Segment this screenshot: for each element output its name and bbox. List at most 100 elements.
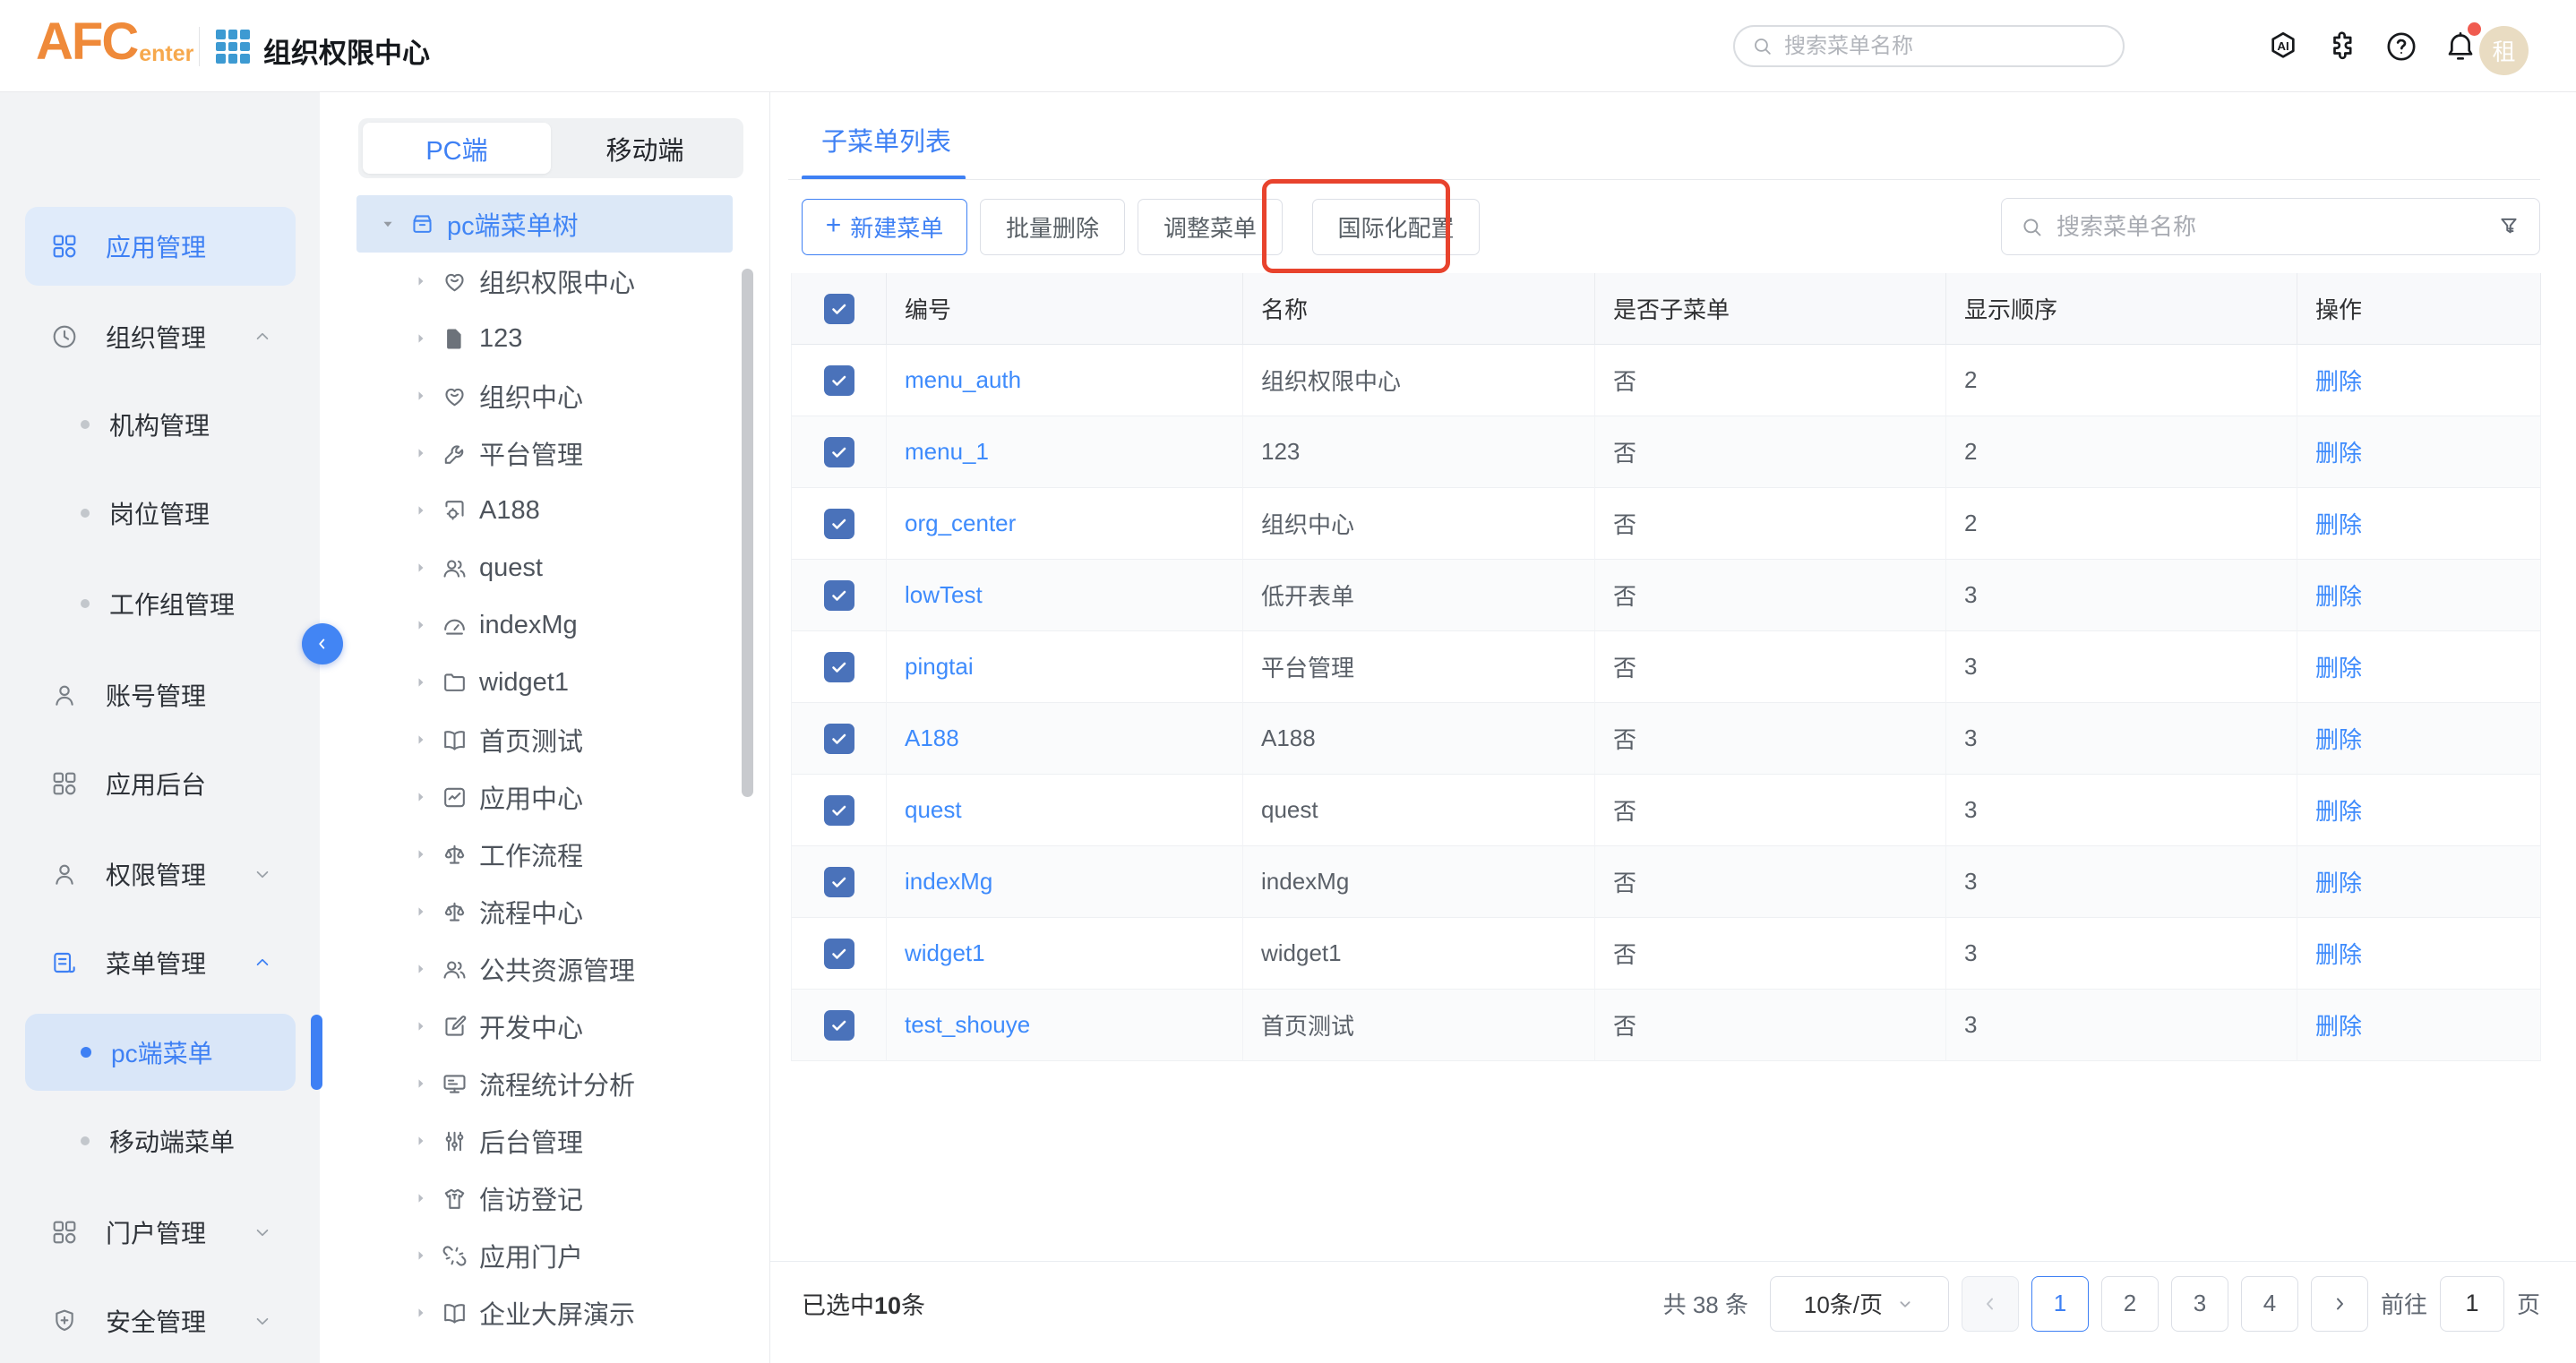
caret-right-icon[interactable]: [412, 1075, 430, 1093]
goto-page-input[interactable]: [2440, 1276, 2504, 1332]
menu-id-link[interactable]: quest: [905, 796, 962, 824]
menu-id-link[interactable]: test_shouye: [905, 1011, 1030, 1039]
sidebar-item-7[interactable]: 权限管理: [25, 835, 296, 913]
sidebar-item-10[interactable]: 移动端菜单: [25, 1102, 296, 1179]
tree-node[interactable]: A188: [356, 482, 733, 539]
row-checkbox[interactable]: [824, 1010, 854, 1041]
caret-right-icon[interactable]: [412, 1017, 430, 1035]
caret-right-icon[interactable]: [412, 903, 430, 921]
menu-id-link[interactable]: indexMg: [905, 868, 992, 896]
plugin-icon[interactable]: [2323, 28, 2361, 65]
row-checkbox[interactable]: [824, 867, 854, 897]
tree-scrollbar[interactable]: [742, 269, 753, 797]
tree-node[interactable]: widget1: [356, 654, 733, 711]
bell-icon[interactable]: [2442, 28, 2479, 65]
sidebar-item-11[interactable]: 门户管理: [25, 1193, 296, 1272]
caret-right-icon[interactable]: [412, 788, 430, 806]
tree-node[interactable]: 流程中心: [356, 883, 733, 940]
caret-right-icon[interactable]: [412, 1247, 430, 1264]
sidebar-item-3[interactable]: 岗位管理: [25, 475, 296, 552]
caret-right-icon[interactable]: [412, 616, 430, 634]
sidebar-item-6[interactable]: 应用后台: [25, 744, 296, 823]
app-logo[interactable]: AFC enter: [36, 16, 193, 68]
tree-node[interactable]: 123: [356, 310, 733, 367]
platform-tab-0[interactable]: PC端: [363, 123, 551, 174]
menu-id-link[interactable]: menu_1: [905, 438, 989, 466]
caret-right-icon[interactable]: [412, 444, 430, 462]
table-search-input[interactable]: [2057, 213, 2496, 241]
tree-root-node[interactable]: pc端菜单树: [356, 195, 733, 253]
menu-id-link[interactable]: menu_auth: [905, 366, 1021, 394]
new-menu-button[interactable]: + 新建菜单: [802, 199, 967, 255]
page-button-2[interactable]: 2: [2101, 1276, 2159, 1332]
tree-node[interactable]: 公共资源管理: [356, 940, 733, 998]
caret-right-icon[interactable]: [412, 673, 430, 691]
avatar[interactable]: 租: [2479, 26, 2529, 75]
next-page-button[interactable]: [2311, 1276, 2368, 1332]
delete-link[interactable]: 删除: [2315, 579, 2362, 612]
delete-link[interactable]: 删除: [2315, 650, 2362, 683]
global-search[interactable]: [1733, 25, 2125, 67]
table-search[interactable]: [2001, 198, 2540, 255]
global-search-input[interactable]: [1784, 34, 2080, 59]
caret-right-icon[interactable]: [412, 1132, 430, 1150]
caret-right-icon[interactable]: [412, 501, 430, 519]
row-checkbox[interactable]: [824, 939, 854, 969]
row-checkbox[interactable]: [824, 509, 854, 539]
tree-node[interactable]: 流程统计分析: [356, 1055, 733, 1112]
caret-right-icon[interactable]: [412, 960, 430, 978]
caret-right-icon[interactable]: [412, 559, 430, 577]
batch-delete-button[interactable]: 批量删除: [980, 199, 1125, 255]
row-checkbox[interactable]: [824, 724, 854, 754]
tree-node[interactable]: 信访登记: [356, 1170, 733, 1227]
row-checkbox[interactable]: [824, 795, 854, 826]
caret-right-icon[interactable]: [412, 387, 430, 405]
row-checkbox[interactable]: [824, 437, 854, 467]
tree-node[interactable]: 应用门户: [356, 1227, 733, 1284]
caret-right-icon[interactable]: [412, 845, 430, 863]
delete-link[interactable]: 删除: [2315, 1008, 2362, 1042]
tree-node[interactable]: 组织权限中心: [356, 253, 733, 310]
tree-node[interactable]: 组织中心: [356, 367, 733, 424]
tree-node[interactable]: 平台管理: [356, 424, 733, 482]
delete-link[interactable]: 删除: [2315, 793, 2362, 827]
menu-id-link[interactable]: widget1: [905, 939, 985, 967]
caret-right-icon[interactable]: [412, 731, 430, 749]
tree-node[interactable]: quest: [356, 539, 733, 596]
menu-id-link[interactable]: A188: [905, 724, 959, 752]
tree-node[interactable]: 应用中心: [356, 768, 733, 826]
sidebar-item-5[interactable]: 账号管理: [25, 656, 296, 734]
delete-link[interactable]: 删除: [2315, 364, 2362, 397]
sidebar-item-1[interactable]: 组织管理: [25, 297, 296, 376]
delete-link[interactable]: 删除: [2315, 722, 2362, 755]
delete-link[interactable]: 删除: [2315, 507, 2362, 540]
sidebar-item-8[interactable]: 菜单管理: [25, 923, 296, 1002]
i18n-config-button[interactable]: 国际化配置: [1312, 199, 1480, 255]
row-checkbox[interactable]: [824, 652, 854, 682]
platform-tab-1[interactable]: 移动端: [551, 123, 739, 174]
caret-right-icon[interactable]: [412, 330, 430, 347]
select-all-checkbox[interactable]: [824, 294, 854, 324]
tree-node[interactable]: indexMg: [356, 596, 733, 654]
tree-node[interactable]: 首页测试: [356, 711, 733, 768]
caret-down-icon[interactable]: [378, 214, 398, 234]
delete-link[interactable]: 删除: [2315, 865, 2362, 898]
tab-submenu-list[interactable]: 子菜单列表: [821, 121, 951, 159]
page-button-4[interactable]: 4: [2241, 1276, 2298, 1332]
sidebar-item-9[interactable]: pc端菜单: [25, 1014, 296, 1091]
row-checkbox[interactable]: [824, 580, 854, 611]
prev-page-button[interactable]: [1962, 1276, 2019, 1332]
page-button-1[interactable]: 1: [2031, 1276, 2089, 1332]
delete-link[interactable]: 删除: [2315, 435, 2362, 468]
sidebar-item-2[interactable]: 机构管理: [25, 386, 296, 463]
sidebar-item-12[interactable]: 安全管理: [25, 1282, 296, 1360]
tree-node[interactable]: 后台管理: [356, 1112, 733, 1170]
page-size-select[interactable]: 10条/页: [1770, 1276, 1949, 1332]
caret-right-icon[interactable]: [412, 1304, 430, 1322]
ai-icon[interactable]: AI: [2264, 28, 2302, 65]
tree-node[interactable]: 企业大屏演示: [356, 1284, 733, 1342]
sidebar-collapse-button[interactable]: [302, 623, 343, 664]
menu-id-link[interactable]: lowTest: [905, 581, 983, 609]
menu-id-link[interactable]: pingtai: [905, 653, 974, 681]
filter-funnel-icon[interactable]: [2496, 214, 2521, 239]
